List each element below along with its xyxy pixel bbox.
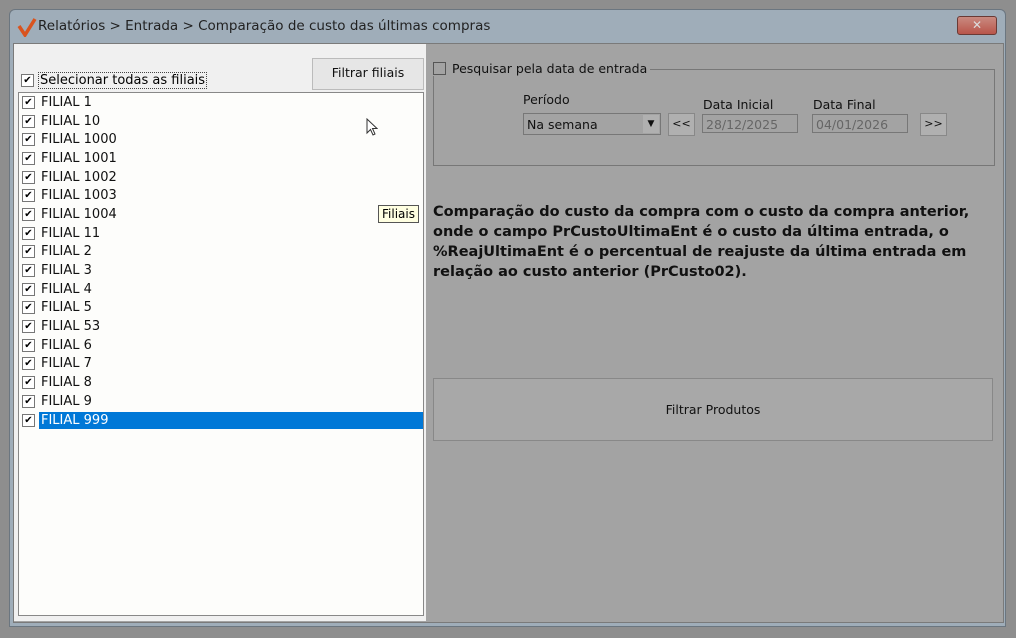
branch-item[interactable]: ✔ FILIAL 9 [19, 392, 423, 411]
branch-item[interactable]: ✔ FILIAL 53 [19, 317, 423, 336]
branch-label: FILIAL 1000 [41, 132, 117, 148]
branch-label: FILIAL 1004 [41, 206, 117, 222]
branch-item[interactable]: ✔ FILIAL 1 [19, 93, 423, 112]
branch-item[interactable]: ✔ FILIAL 1002 [19, 168, 423, 187]
branch-item[interactable]: ✔ FILIAL 11 [19, 224, 423, 243]
branch-label: FILIAL 5 [41, 300, 92, 316]
previous-period-button[interactable]: << [668, 113, 695, 136]
branch-item[interactable]: ✔ FILIAL 999 [19, 411, 423, 430]
filter-products-button[interactable]: Filtrar Produtos [433, 378, 993, 441]
checkbox-icon[interactable]: ✔ [22, 245, 35, 259]
checkbox-icon[interactable]: ✔ [22, 301, 35, 315]
branch-label: FILIAL 9 [41, 393, 92, 409]
date-search-checkbox[interactable]: Pesquisar pela data de entrada [433, 61, 651, 76]
checkbox-icon[interactable]: ✔ [22, 338, 35, 352]
branch-item[interactable]: ✔ FILIAL 1004 [19, 205, 423, 224]
branch-label: FILIAL 1001 [41, 150, 117, 166]
branch-label: FILIAL 1 [41, 94, 92, 110]
period-select[interactable]: Na semana ▼ [523, 113, 661, 135]
checkbox-icon[interactable]: ✔ [22, 170, 35, 184]
checkbox-icon[interactable]: ✔ [22, 133, 35, 147]
checkbox-icon[interactable]: ✔ [22, 394, 35, 408]
branch-label: FILIAL 53 [41, 319, 101, 335]
select-all-checkbox[interactable]: ✔ Selecionar todas as filiais [18, 72, 208, 89]
branch-label: FILIAL 3 [41, 263, 92, 279]
end-date-label: Data Final [813, 97, 876, 112]
checkbox-icon[interactable]: ✔ [22, 189, 35, 203]
branch-item[interactable]: ✔ FILIAL 1003 [19, 186, 423, 205]
branch-label: FILIAL 11 [41, 225, 101, 241]
branch-label: FILIAL 2 [41, 244, 92, 260]
branch-list[interactable]: ✔ FILIAL 1 ✔ FILIAL 10 ✔ FILIAL 1000 ✔ FILIAL 1… [18, 92, 424, 616]
checkbox-icon[interactable]: ✔ [22, 376, 35, 390]
branch-panel: ✔ Selecionar todas as filiais Filtrar fi… [14, 44, 426, 621]
branch-item[interactable]: ✔ FILIAL 6 [19, 336, 423, 355]
branch-item[interactable]: ✔ FILIAL 5 [19, 299, 423, 318]
report-window: Relatórios > Entrada > Comparação de cus… [9, 9, 1006, 627]
report-description: Comparação do custo da compra com o cust… [433, 204, 970, 280]
branch-label: FILIAL 4 [41, 281, 92, 297]
mouse-cursor-icon [366, 118, 378, 136]
checkbox-icon: ✔ [21, 74, 34, 87]
branch-label: FILIAL 999 [39, 411, 423, 429]
close-button[interactable]: ✕ [957, 16, 997, 35]
branch-item[interactable]: ✔ FILIAL 2 [19, 243, 423, 262]
checkbox-icon[interactable]: ✔ [22, 226, 35, 240]
select-all-label: Selecionar todas as filiais [38, 72, 208, 89]
branch-label: FILIAL 7 [41, 356, 92, 372]
filter-branches-button[interactable]: Filtrar filiais [312, 58, 424, 90]
checkbox-icon[interactable]: ✔ [22, 282, 35, 296]
checkbox-icon[interactable]: ✔ [22, 413, 35, 427]
checkbox-icon[interactable]: ✔ [22, 95, 35, 109]
branch-label: FILIAL 10 [41, 113, 101, 129]
tooltip: Filiais [378, 205, 419, 223]
window-title: Relatórios > Entrada > Comparação de cus… [38, 18, 491, 34]
start-date-field[interactable]: 28/12/2025 [702, 114, 798, 133]
start-date-label: Data Inicial [703, 97, 774, 112]
branch-item[interactable]: ✔ FILIAL 4 [19, 280, 423, 299]
end-date-field[interactable]: 04/01/2026 [812, 114, 908, 133]
branch-item[interactable]: ✔ FILIAL 1001 [19, 149, 423, 168]
branch-item[interactable]: ✔ FILIAL 1000 [19, 130, 423, 149]
checkbox-icon [433, 62, 446, 75]
checkbox-icon[interactable]: ✔ [22, 207, 35, 221]
branch-item[interactable]: ✔ FILIAL 8 [19, 373, 423, 392]
period-value: Na semana [527, 117, 598, 132]
chevron-down-icon[interactable]: ▼ [643, 115, 659, 133]
branch-label: FILIAL 1003 [41, 188, 117, 204]
app-logo-icon [17, 18, 37, 37]
branch-item[interactable]: ✔ FILIAL 7 [19, 355, 423, 374]
branch-label: FILIAL 8 [41, 375, 92, 391]
branch-label: FILIAL 6 [41, 337, 92, 353]
branch-item[interactable]: ✔ FILIAL 3 [19, 261, 423, 280]
branch-item[interactable]: ✔ FILIAL 10 [19, 112, 423, 131]
period-label: Período [523, 92, 570, 107]
checkbox-icon[interactable]: ✔ [22, 151, 35, 165]
checkbox-icon[interactable]: ✔ [22, 264, 35, 278]
checkbox-icon[interactable]: ✔ [22, 320, 35, 334]
date-search-label: Pesquisar pela data de entrada [452, 61, 648, 76]
next-period-button[interactable]: >> [920, 113, 947, 136]
checkbox-icon[interactable]: ✔ [22, 114, 35, 128]
checkbox-icon[interactable]: ✔ [22, 357, 35, 371]
branch-label: FILIAL 1002 [41, 169, 117, 185]
client-area: ✔ Selecionar todas as filiais Filtrar fi… [13, 43, 1004, 623]
